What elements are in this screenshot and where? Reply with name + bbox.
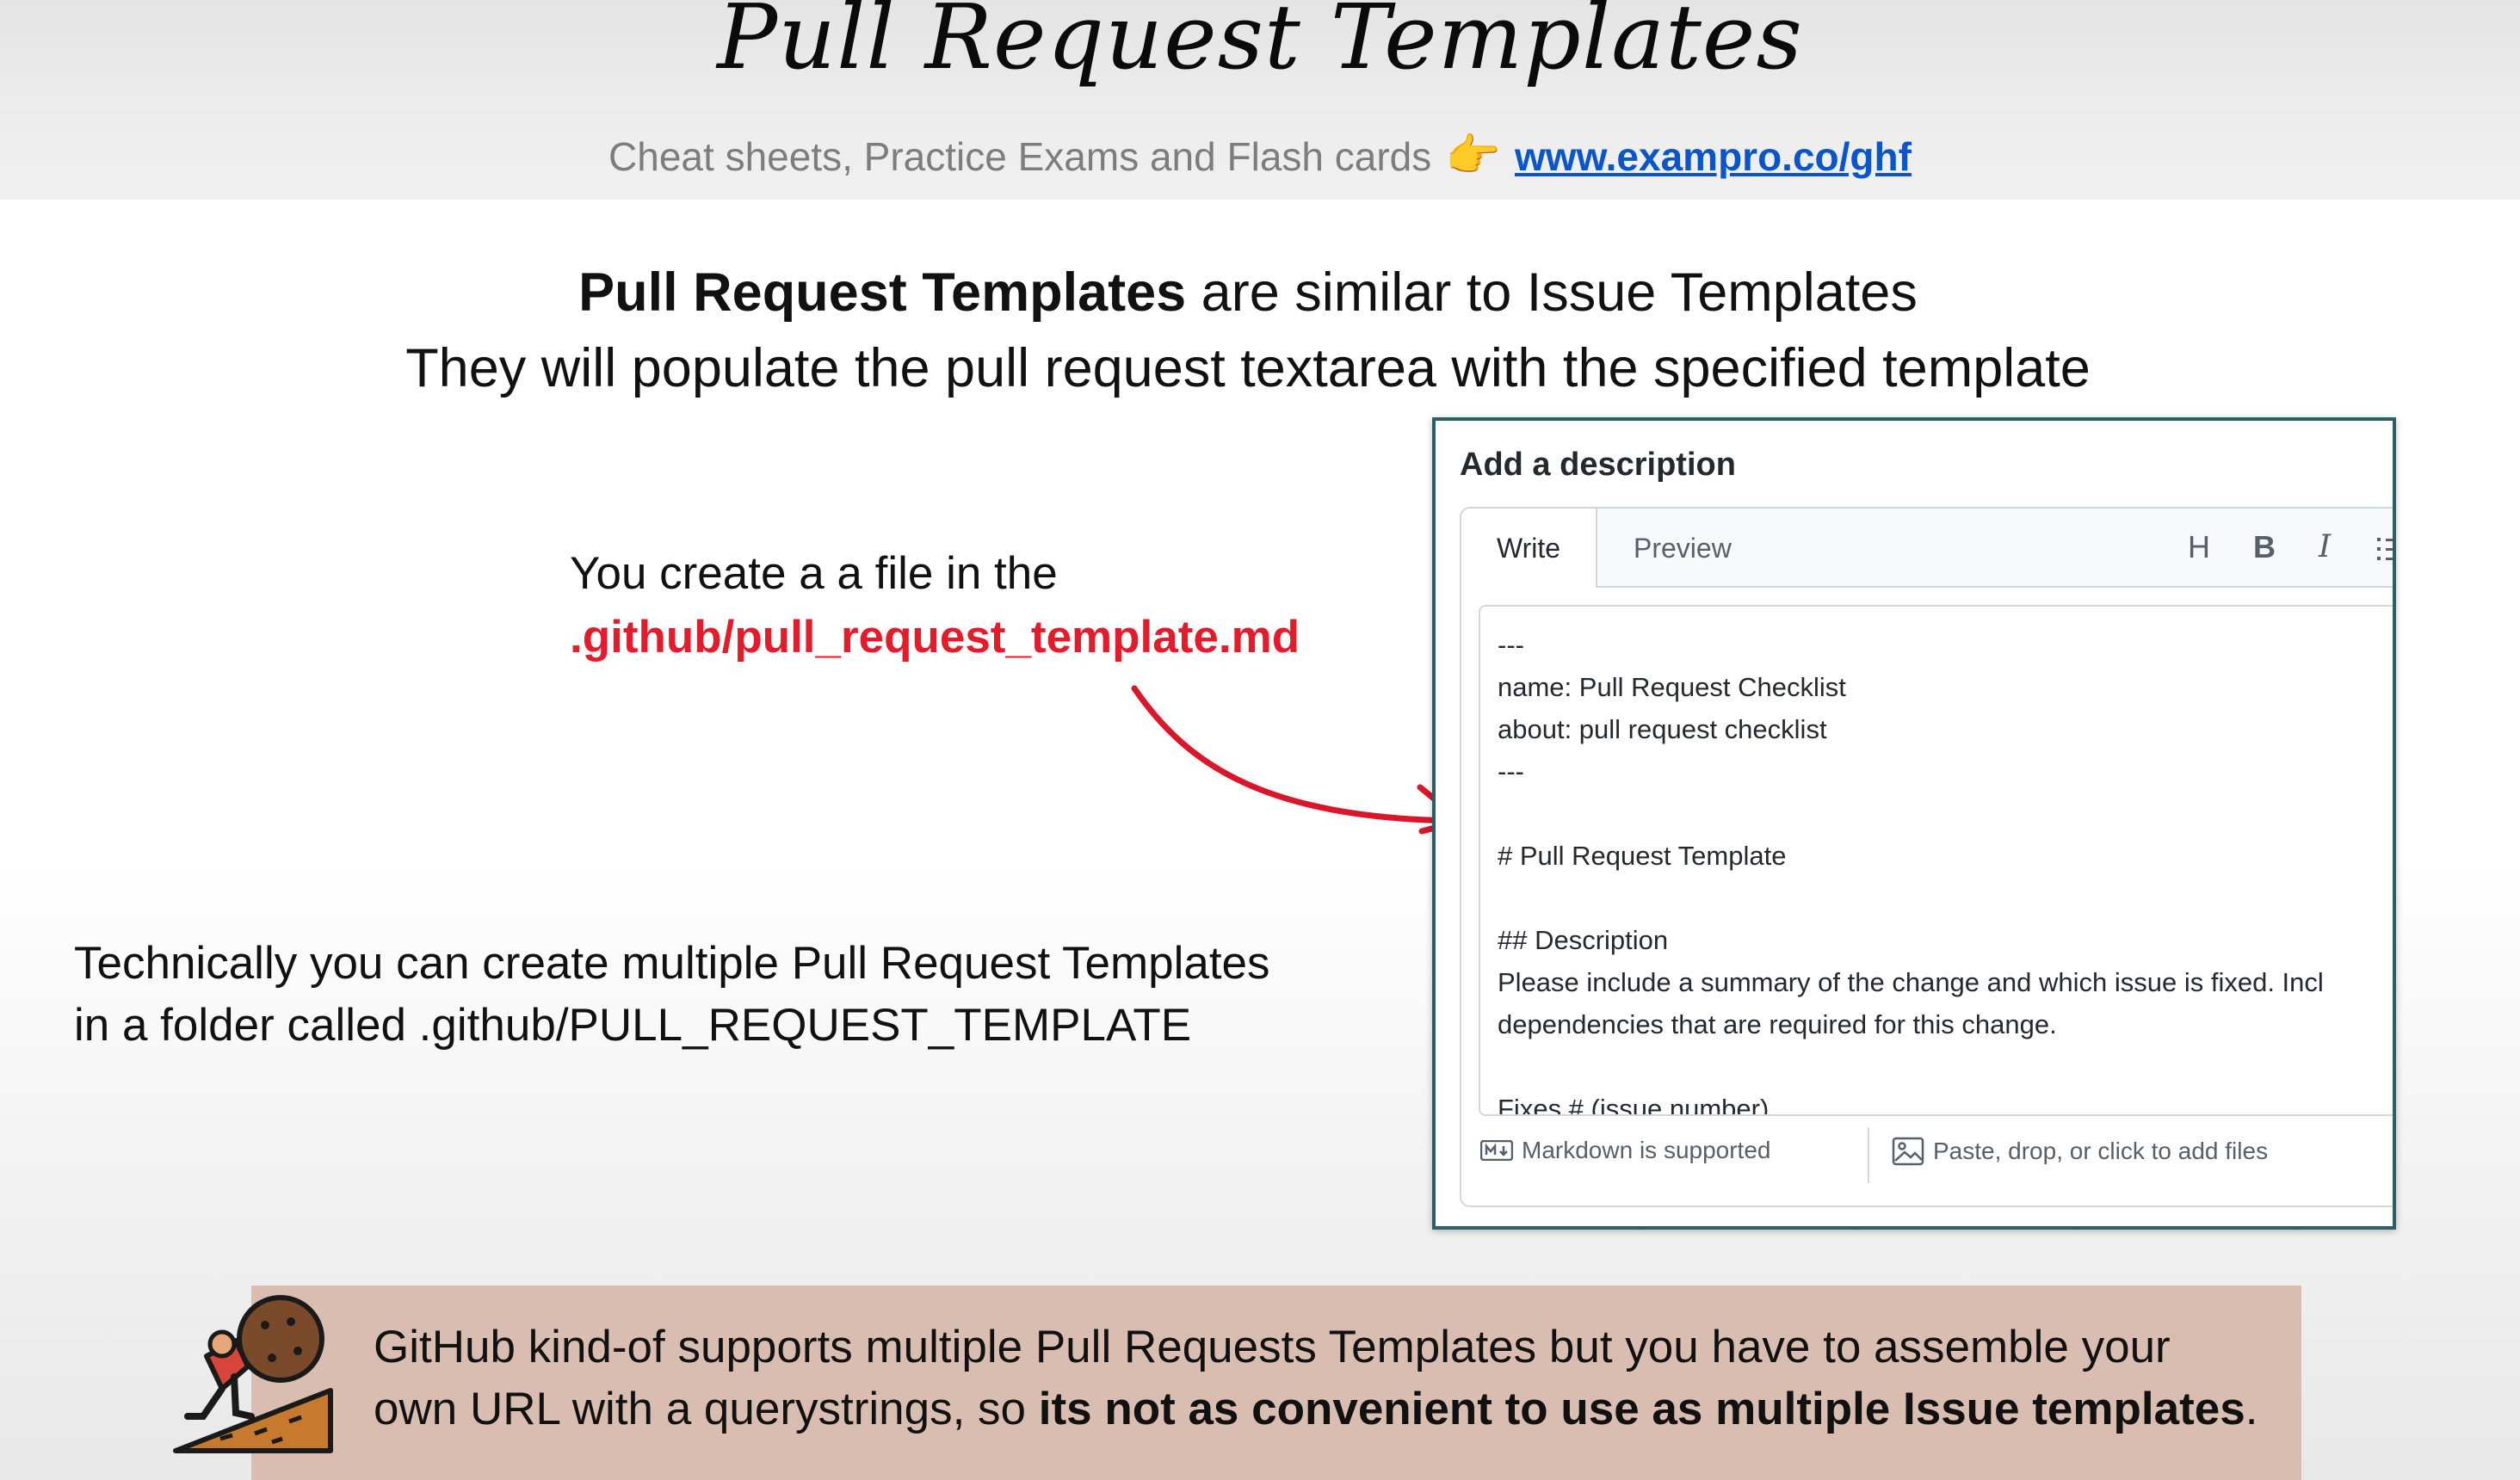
textarea-line: about: pull request checklist [1498, 714, 1827, 744]
create-file-note: You create a a file in the .github/pull_… [570, 542, 1300, 669]
textarea-line: Fixes # (issue number) [1498, 1094, 1770, 1116]
markdown-label: Markdown is supported [1522, 1137, 1771, 1163]
attach-files[interactable]: Paste, drop, or click to add files [1892, 1137, 2268, 1166]
textarea-line [1498, 877, 2324, 919]
textarea-line: dependencies that are required for this … [1498, 1009, 2057, 1039]
multi-line2: in a folder called .github/PULL_REQUEST_… [74, 1000, 1192, 1051]
callout-line1: GitHub kind-of supports multiple Pull Re… [374, 1322, 2171, 1372]
footer-divider [1868, 1128, 1869, 1183]
slide-title: Pull Request Templates [717, 0, 1803, 89]
textarea-line: name: Pull Request Checklist [1498, 672, 1846, 702]
callout-bold: its not as convenient to use as multiple… [1038, 1384, 2245, 1434]
multi-line1: Technically you can create multiple Pull… [74, 938, 1270, 989]
textarea-line: --- [1498, 630, 1524, 660]
callout-text: GitHub kind-of supports multiple Pull Re… [374, 1317, 2258, 1440]
callout-end: . [2245, 1384, 2258, 1434]
bold-icon[interactable]: B [2253, 529, 2276, 565]
editor-footer: Markdown is supported Paste, drop, or cl… [1479, 1128, 2393, 1183]
heading-icon[interactable]: H [2188, 529, 2210, 565]
template-path: .github/pull_request_template.md [570, 612, 1300, 663]
italic-icon[interactable]: I [2319, 529, 2331, 564]
lead-line2: They will populate the pull request text… [405, 338, 2091, 398]
sisyphus-boulder-icon [173, 1295, 333, 1453]
markdown-icon [1480, 1140, 1513, 1161]
exampro-link[interactable]: www.exampro.co/ghf [1515, 134, 1912, 179]
markdown-editor: Write Preview H B I --- name: Pull Reques… [1460, 507, 2396, 1207]
list-icon[interactable] [2377, 534, 2396, 564]
tab-preview[interactable]: Preview [1634, 509, 1732, 586]
panel-title: Add a description [1460, 447, 1736, 483]
textarea-line: --- [1498, 756, 1524, 786]
textarea-line [1498, 792, 2324, 835]
multiple-templates-note: Technically you can create multiple Pull… [74, 933, 1270, 1057]
promo-text: Cheat sheets, Practice Exams and Flash c… [608, 134, 1432, 179]
tab-write[interactable]: Write [1461, 509, 1597, 588]
promo-line: Cheat sheets, Practice Exams and Flash c… [0, 129, 2520, 182]
markdown-note[interactable]: Markdown is supported [1480, 1137, 1770, 1164]
editor-tabbar: Write Preview H B I [1461, 509, 2396, 588]
create-line1: You create a a file in the [570, 548, 1058, 599]
textarea-line: ## Description [1498, 925, 1669, 955]
description-textarea[interactable]: --- name: Pull Request Checklist about: pu… [1479, 605, 2393, 1116]
textarea-line: Please include a summary of the change a… [1498, 967, 2324, 997]
description-panel: Add a description Write Preview H B I --… [1432, 417, 2396, 1230]
lead-text: Pull Request Templates are similar to Is… [0, 255, 2496, 406]
attach-label: Paste, drop, or click to add files [1933, 1138, 2269, 1164]
textarea-content: --- name: Pull Request Checklist about: pu… [1498, 624, 2324, 1116]
textarea-line [1498, 1045, 2324, 1088]
textarea-line: # Pull Request Template [1498, 841, 1787, 871]
image-icon [1892, 1137, 1924, 1166]
pointing-hand-icon: 👉 [1445, 131, 1502, 181]
lead-bold: Pull Request Templates [578, 262, 1187, 323]
callout-line2: own URL with a querystrings, so [374, 1384, 1039, 1434]
lead-rest: are similar to Issue Templates [1186, 262, 1918, 323]
